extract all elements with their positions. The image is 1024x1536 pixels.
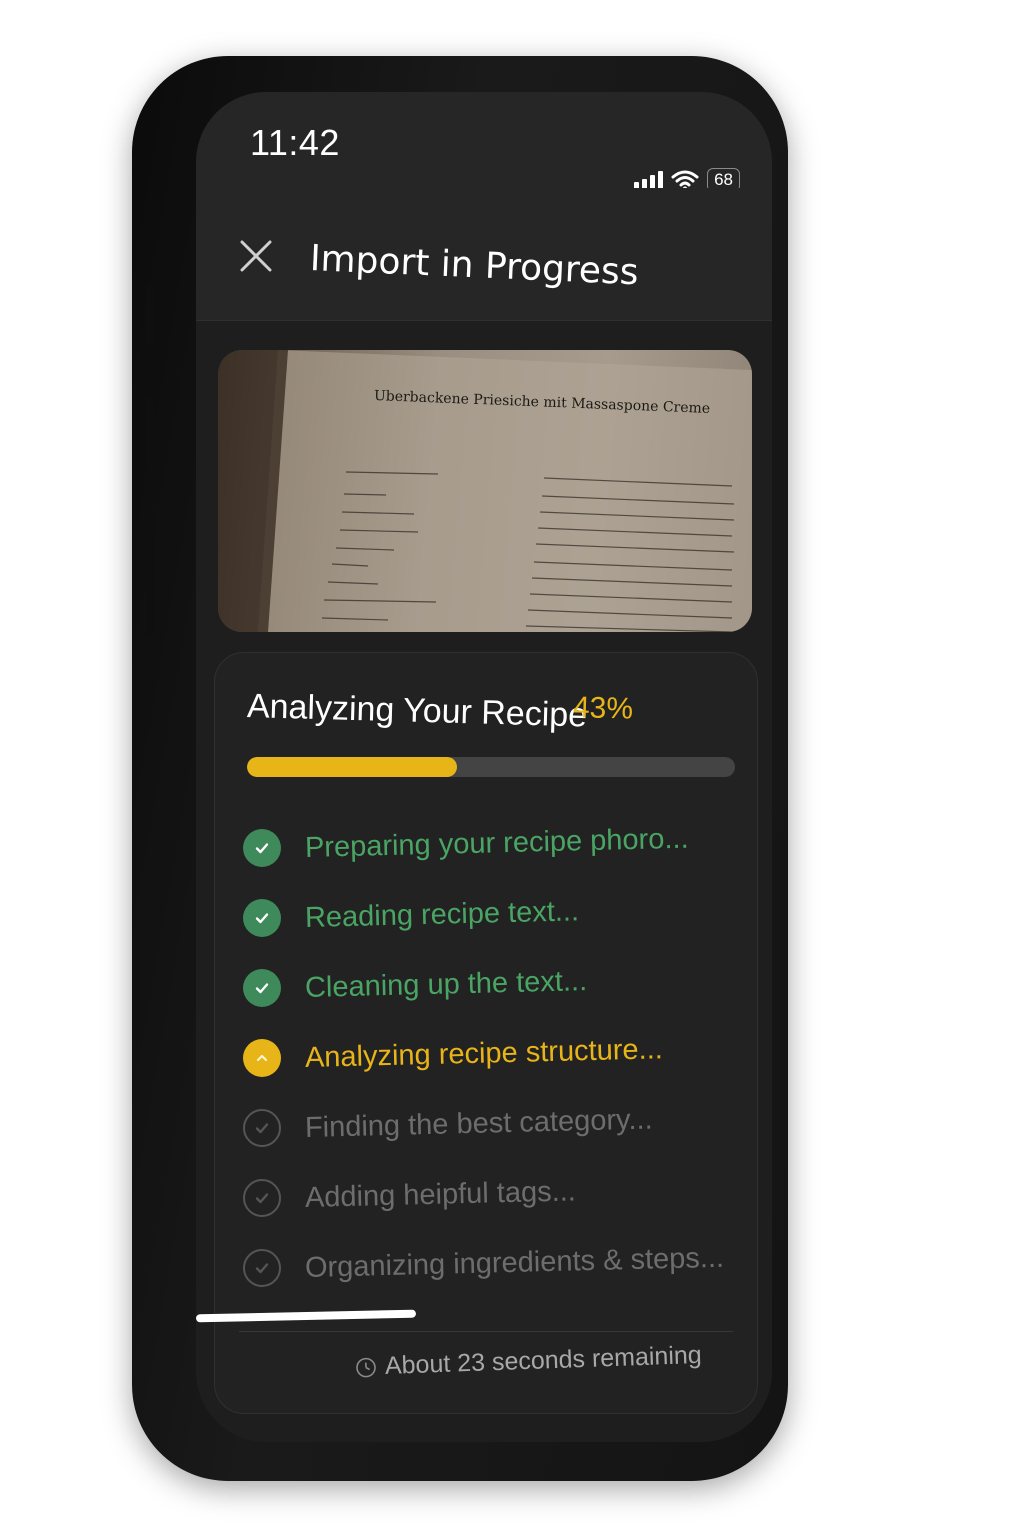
signal-icon	[634, 171, 664, 189]
header-bar: Import in Progress	[196, 188, 772, 321]
step-label: Reading recipe text...	[304, 894, 580, 934]
status-time: 11:42	[250, 122, 340, 163]
close-icon[interactable]	[236, 236, 276, 276]
side-button-volume-down	[146, 530, 154, 636]
step-label: Cleaning up the text...	[304, 964, 588, 1004]
step-item: Organizing ingredients & steps...	[243, 1233, 743, 1303]
time-remaining: About 23 seconds remaining	[354, 1341, 702, 1382]
progress-bar	[247, 757, 735, 777]
app-screen: 11:42 68 Import in Progress Uberbackene …	[196, 92, 772, 1442]
side-button-volume-up	[146, 396, 154, 502]
check-icon	[243, 899, 281, 937]
step-list: Preparing your recipe phoro... Reading re…	[243, 813, 743, 1303]
phone-mockup: 11:42 68 Import in Progress Uberbackene …	[0, 0, 1024, 1536]
close-button[interactable]	[236, 236, 280, 280]
chevron-up-icon	[243, 1039, 281, 1077]
check-outline-icon	[243, 1179, 281, 1217]
page-title: Import in Progress	[309, 238, 640, 294]
step-item: Cleaning up the text...	[243, 953, 743, 1023]
progress-percent: 43%	[572, 691, 634, 726]
step-label: Organizing ingredients & steps...	[304, 1241, 725, 1284]
side-button-mute	[146, 286, 154, 346]
progress-card: Analyzing Your Recipe 43% Preparing your…	[214, 652, 758, 1414]
divider	[239, 1331, 733, 1332]
clock-icon	[356, 1357, 376, 1377]
step-label: Preparing your recipe phoro...	[304, 822, 689, 864]
progress-title: Analyzing Your Recipe	[246, 687, 588, 735]
check-icon	[243, 829, 281, 867]
check-outline-icon	[243, 1109, 281, 1147]
step-item: Adding heipful tags...	[243, 1163, 743, 1233]
step-label: Analyzing recipe structure...	[304, 1032, 664, 1074]
step-label: Finding the best category...	[304, 1103, 653, 1144]
step-item: Reading recipe text...	[243, 883, 743, 953]
status-bar: 11:42 68	[196, 92, 772, 192]
check-outline-icon	[243, 1249, 281, 1287]
time-remaining-text: About 23 seconds remaining	[384, 1340, 703, 1380]
progress-bar-fill	[247, 757, 457, 777]
step-label: Adding heipful tags...	[304, 1174, 577, 1214]
step-item: Preparing your recipe phoro...	[243, 813, 743, 883]
step-item: Finding the best category...	[243, 1093, 743, 1163]
check-icon	[243, 969, 281, 1007]
step-item: Analyzing recipe structure...	[243, 1023, 743, 1093]
recipe-photo: Uberbackene Priesiche mit Massaspone Cre…	[218, 350, 752, 632]
